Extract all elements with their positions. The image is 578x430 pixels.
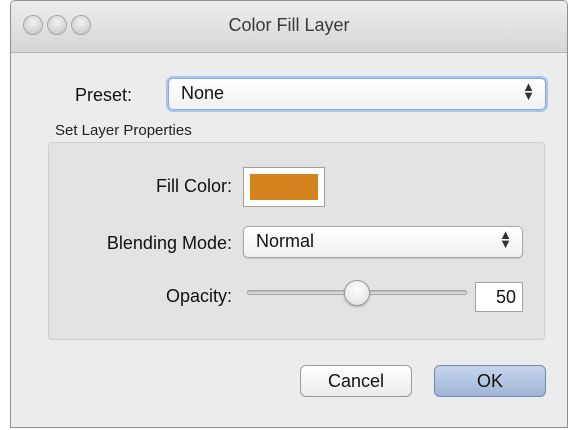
blending-mode-select[interactable]: Normal ▲ ▼ <box>243 226 523 258</box>
blending-mode-label: Blending Mode: <box>106 233 232 253</box>
up-down-arrows-icon: ▲ ▼ <box>499 227 512 251</box>
up-down-arrows-icon: ▲ ▼ <box>522 79 535 103</box>
opacity-field[interactable]: 50 <box>475 282 523 312</box>
opacity-label: Opacity: <box>165 286 232 306</box>
cancel-button[interactable]: Cancel <box>300 365 412 397</box>
preset-label: Preset: <box>75 85 133 105</box>
opacity-slider-knob[interactable] <box>344 280 370 306</box>
fill-color-label: Fill Color: <box>155 176 232 196</box>
preset-select[interactable]: None ▲ ▼ <box>168 78 546 110</box>
title-bar[interactable]: Color Fill Layer <box>11 1 567 53</box>
window-title: Color Fill Layer <box>228 15 350 35</box>
section-label: Set Layer Properties <box>55 122 192 139</box>
blending-mode-value: Normal <box>256 231 315 251</box>
ok-button[interactable]: OK <box>434 365 546 397</box>
fill-color-swatch <box>250 174 318 200</box>
fill-color-well[interactable] <box>243 167 325 207</box>
preset-value: None <box>181 83 225 103</box>
